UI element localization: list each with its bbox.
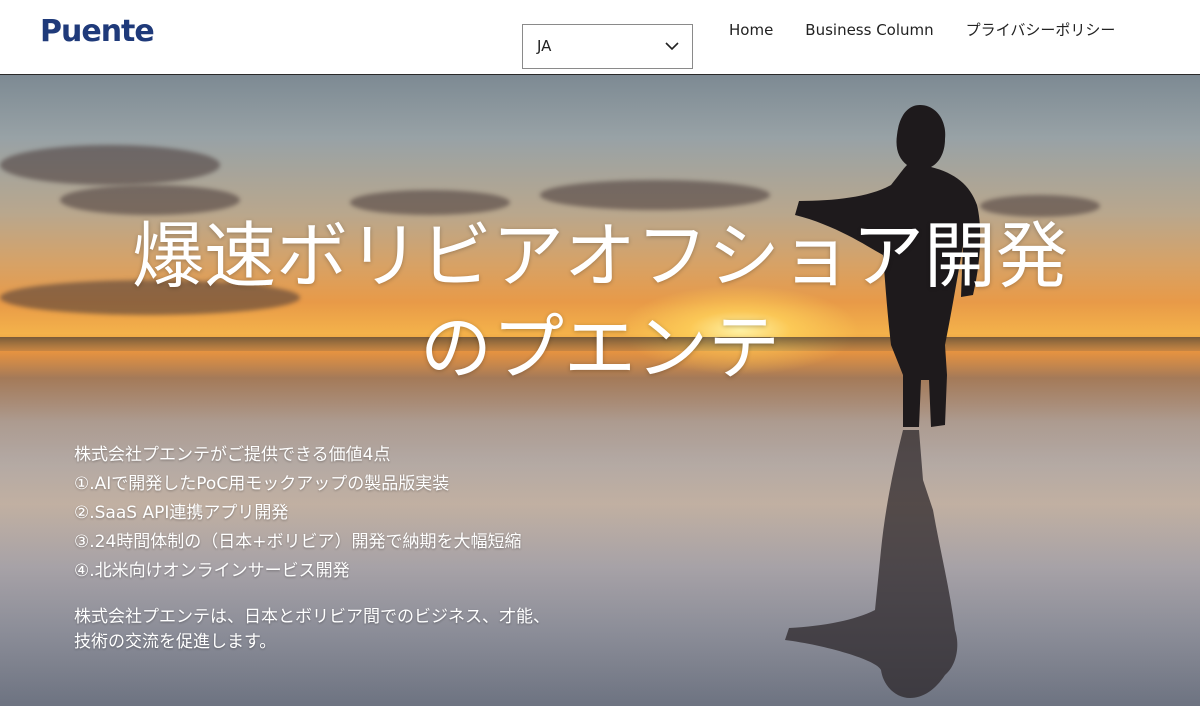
value-item: ④.北米向けオンラインサービス開発 <box>74 561 350 581</box>
language-select-value: JA <box>537 37 552 55</box>
nav-item-privacy-policy[interactable]: プライバシーポリシー <box>950 20 1132 40</box>
chevron-down-icon <box>665 42 679 51</box>
person-reflection <box>785 430 958 698</box>
about-line: 技術の交流を促進します。 <box>74 632 277 652</box>
company-about: 株式会社プエンテは、日本とボリビア間でのビジネス、才能、 技術の交流を促進します… <box>74 605 550 655</box>
hero-title-line1: 爆速ボリビアオフショア開発 <box>131 214 1068 298</box>
language-select[interactable]: JA <box>522 24 693 69</box>
hero-section: 爆速ボリビアオフショア開発 のプエンテ 株式会社プエンテがご提供できる価値4点 … <box>0 75 1200 706</box>
site-header: Puente JA Home Business Column プライバシーポリシ… <box>0 0 1200 75</box>
about-line: 株式会社プエンテは、日本とボリビア間でのビジネス、才能、 <box>74 607 550 627</box>
value-item: ③.24時間体制の（日本+ボリビア）開発で納期を大幅短縮 <box>74 532 522 552</box>
hero-title-line2: のプエンテ <box>419 306 780 390</box>
puente-logo[interactable]: Puente <box>40 14 155 49</box>
value-item: ②.SaaS API連携アプリ開発 <box>74 503 289 523</box>
main-nav: Home Business Column プライバシーポリシー <box>713 20 1131 40</box>
logo-text: Puente <box>40 14 155 49</box>
hero-title: 爆速ボリビアオフショア開発 のプエンテ <box>0 210 1200 394</box>
nav-item-home[interactable]: Home <box>713 20 789 40</box>
value-item: ①.AIで開発したPoC用モックアップの製品版実装 <box>74 474 450 494</box>
nav-item-business-column[interactable]: Business Column <box>789 20 949 40</box>
value-list-heading: 株式会社プエンテがご提供できる価値4点 <box>74 445 391 465</box>
value-list: 株式会社プエンテがご提供できる価値4点 ①.AIで開発したPoC用モックアップの… <box>74 441 522 586</box>
